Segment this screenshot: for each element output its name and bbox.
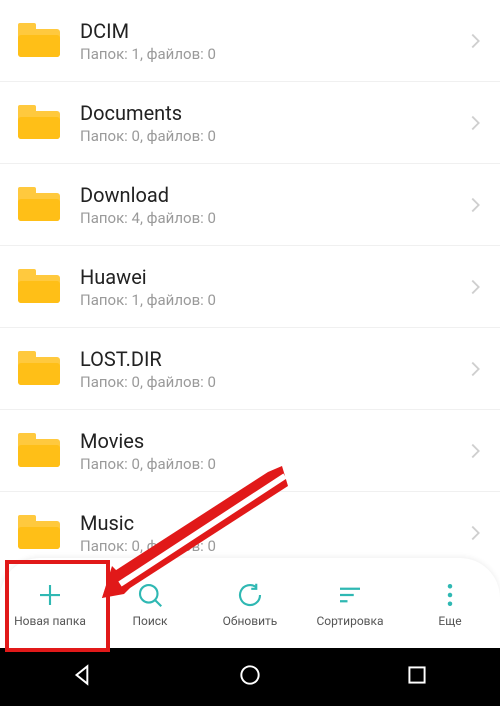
folder-icon [18,515,60,551]
chevron-right-icon [464,30,486,52]
folder-row[interactable]: Music Папок: 0, файлов: 0 [0,492,500,558]
toolbar-label: Новая папка [14,614,86,628]
folder-sub: Папок: 0, файлов: 0 [80,373,464,391]
folder-name: DCIM [80,19,464,43]
folder-row[interactable]: Download Папок: 4, файлов: 0 [0,164,500,246]
folder-name: Download [80,183,464,207]
folder-row[interactable]: DCIM Папок: 1, файлов: 0 [0,0,500,82]
nav-recent-button[interactable] [404,662,430,692]
folder-row[interactable]: LOST.DIR Папок: 0, файлов: 0 [0,328,500,410]
chevron-right-icon [464,522,486,544]
folder-list: DCIM Папок: 1, файлов: 0 Documents Папок… [0,0,500,558]
square-recent-icon [404,662,430,688]
folder-icon [18,105,60,141]
folder-icon [18,351,60,387]
toolbar-label: Еще [438,614,461,628]
sort-icon [335,580,365,610]
refresh-icon [235,580,265,610]
chevron-right-icon [464,276,486,298]
folder-name: Music [80,511,464,535]
folder-sub: Папок: 1, файлов: 0 [80,45,464,63]
folder-row[interactable]: Documents Папок: 0, файлов: 0 [0,82,500,164]
folder-icon [18,269,60,305]
folder-icon [18,187,60,223]
chevron-right-icon [464,440,486,462]
toolbar-label: Поиск [132,614,167,628]
refresh-button[interactable]: Обновить [200,568,300,638]
more-button[interactable]: Еще [400,568,500,638]
folder-icon [18,23,60,59]
toolbar-label: Сортировка [316,614,383,628]
folder-name: Movies [80,429,464,453]
chevron-right-icon [464,358,486,380]
folder-row[interactable]: Movies Папок: 0, файлов: 0 [0,410,500,492]
nav-home-button[interactable] [237,662,263,692]
folder-name: Documents [80,101,464,125]
sort-button[interactable]: Сортировка [300,568,400,638]
folder-icon [18,433,60,469]
folder-name: Huawei [80,265,464,289]
folder-row[interactable]: Huawei Папок: 1, файлов: 0 [0,246,500,328]
new-folder-button[interactable]: Новая папка [0,568,100,638]
triangle-back-icon [70,662,96,688]
circle-home-icon [237,662,263,688]
folder-sub: Папок: 0, файлов: 0 [80,455,464,473]
plus-icon [35,580,65,610]
folder-sub: Папок: 0, файлов: 0 [80,537,464,555]
folder-sub: Папок: 1, файлов: 0 [80,291,464,309]
folder-sub: Папок: 0, файлов: 0 [80,127,464,145]
chevron-right-icon [464,112,486,134]
toolbar-label: Обновить [223,614,278,628]
folder-sub: Папок: 4, файлов: 0 [80,209,464,227]
nav-back-button[interactable] [70,662,96,692]
folder-name: LOST.DIR [80,347,464,371]
search-button[interactable]: Поиск [100,568,200,638]
system-nav-bar [0,648,500,706]
bottom-toolbar: Новая папка Поиск Обновить Сортировка Ещ… [0,558,500,648]
search-icon [135,580,165,610]
chevron-right-icon [464,194,486,216]
more-vert-icon [435,580,465,610]
